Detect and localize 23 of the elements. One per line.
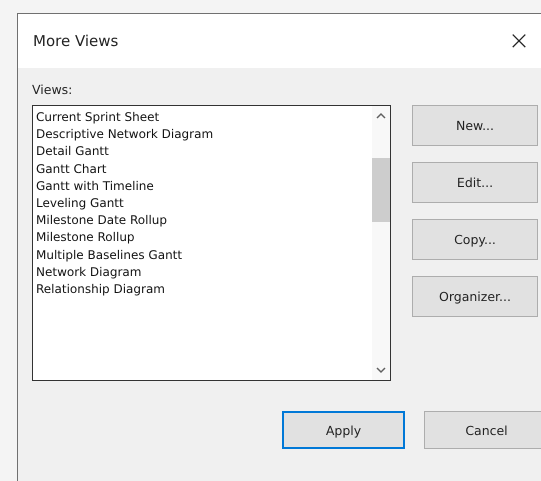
view-item[interactable]: Multiple Baselines Gantt xyxy=(33,246,372,264)
view-item[interactable]: Current Sprint Sheet xyxy=(33,109,372,126)
views-list[interactable] xyxy=(32,105,391,381)
view-item[interactable]: Detail Gantt xyxy=(33,143,372,161)
view-item[interactable]: Descriptive Network Diagram xyxy=(33,126,372,144)
action-button[interactable]: Copy... xyxy=(412,219,538,260)
apply-button[interactable]: Apply xyxy=(282,411,405,449)
view-item[interactable]: Milestone Rollup xyxy=(33,229,372,247)
view-item[interactable]: Milestone Date Rollup xyxy=(33,212,372,230)
view-item[interactable]: Leveling Gantt xyxy=(33,195,372,212)
scrollbar[interactable] xyxy=(372,106,390,380)
view-item[interactable]: Gantt with Timeline xyxy=(33,178,372,196)
view-item[interactable]: Network Diagram xyxy=(33,264,372,282)
view-item[interactable]: Relationship Diagram xyxy=(33,281,372,298)
scroll-thumb[interactable] xyxy=(372,158,390,222)
action-button[interactable]: Organizer... xyxy=(412,276,538,317)
close-button[interactable]: × xyxy=(504,21,534,61)
action-button[interactable]: New... xyxy=(412,105,538,146)
views-label: Views: xyxy=(32,82,74,97)
window-title: More Views xyxy=(33,32,118,50)
cancel-button[interactable]: Cancel xyxy=(424,411,541,449)
view-item[interactable]: Gantt Chart xyxy=(33,160,372,178)
action-button[interactable]: Edit... xyxy=(412,162,538,203)
